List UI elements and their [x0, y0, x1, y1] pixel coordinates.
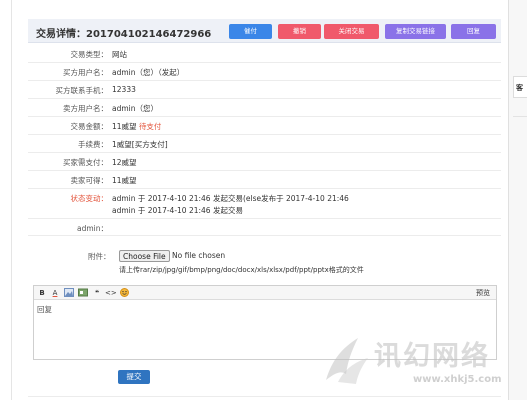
- media-icon[interactable]: [78, 288, 88, 298]
- file-status: No file chosen: [172, 251, 226, 260]
- amount-value: 11威望: [112, 122, 137, 131]
- row-fee: 手续费： 1威望[买方支付]: [28, 135, 501, 153]
- trade-type-label: 交易类型：: [70, 50, 109, 59]
- amount-label: 交易金额：: [70, 122, 109, 131]
- copy-trade-link-button[interactable]: 复制交易链接: [385, 24, 446, 39]
- row-seller-get: 卖家可得： 11威望: [28, 171, 501, 189]
- buyer-phone-label: 买方联系手机：: [55, 86, 109, 95]
- seller-label: 卖方用户名：: [63, 104, 108, 113]
- preview-button[interactable]: 预览: [476, 288, 490, 298]
- submit-button[interactable]: 提交: [118, 370, 150, 384]
- image-glyph-icon: [64, 288, 74, 297]
- fee-value: 1威望[买方支付]: [112, 140, 168, 149]
- quote-icon[interactable]: ❝: [92, 288, 102, 298]
- payment-status-badge: 待支付: [138, 122, 162, 131]
- row-status-change: 状态变动： admin 于 2017-4-10 21:46 发起交易(else发…: [28, 189, 501, 219]
- buyer-label: 买方用户名：: [63, 68, 108, 77]
- font-color-icon[interactable]: A: [50, 288, 60, 298]
- row-buyer-phone: 买方联系手机： 12333: [28, 81, 501, 99]
- revoke-button[interactable]: 撤销: [278, 24, 321, 39]
- row-trade-type: 交易类型： 网站: [28, 46, 501, 63]
- row-amount: 交易金额： 11威望 待支付: [28, 117, 501, 135]
- page-title: 交易详情：201704102146472966: [36, 29, 212, 40]
- buyer-pay-value: 12威望: [112, 158, 137, 167]
- bold-icon[interactable]: B: [37, 288, 47, 298]
- right-panel-divider: [513, 116, 527, 117]
- seller-link[interactable]: admin（您）: [112, 103, 158, 114]
- right-panel-tab-label: 客: [516, 84, 523, 92]
- bottom-divider: [28, 396, 501, 397]
- fee-label: 手续费：: [78, 140, 108, 149]
- upload-hint: 请上传rar/zip/jpg/gif/bmp/png/doc/docx/xls/…: [119, 266, 364, 274]
- seller-get-label: 卖家可得：: [70, 176, 109, 185]
- buyer-phone-value: 12333: [112, 85, 136, 94]
- reply-editor: B A ❝ <> 预览 回复: [33, 285, 497, 360]
- reply-textarea[interactable]: 回复: [37, 304, 493, 356]
- choose-file-button[interactable]: Choose File: [119, 250, 170, 262]
- amount-value-wrap: 11威望 待支付: [112, 121, 161, 132]
- status-change-line-2: admin 于 2017-4-10 21:46 发起交易: [112, 206, 243, 215]
- media-glyph-icon: [78, 288, 88, 297]
- trade-type-value: 网站: [112, 50, 127, 59]
- watermark-url: www.xhkj5.com: [413, 374, 502, 385]
- left-border: [0, 0, 12, 400]
- urge-payment-button[interactable]: 催付: [229, 24, 272, 39]
- status-change-line-1: admin 于 2017-4-10 21:46 发起交易(else发布于 201…: [112, 194, 349, 203]
- row-buyer: 买方用户名： admin（您）（发起）: [28, 63, 501, 81]
- right-side-panel: 客: [508, 0, 527, 400]
- image-icon[interactable]: [64, 288, 74, 298]
- emoji-glyph-icon: [119, 288, 129, 297]
- close-trade-button[interactable]: 关闭交易: [324, 24, 379, 39]
- right-panel-tab[interactable]: 客: [513, 76, 527, 98]
- attachment-label: 附件：: [88, 252, 111, 261]
- row-admin-reply: admin：: [28, 219, 501, 236]
- code-icon[interactable]: <>: [105, 288, 117, 298]
- emoji-icon[interactable]: [119, 288, 129, 298]
- buyer-link[interactable]: admin（您）（发起）: [112, 67, 184, 78]
- reply-button[interactable]: 回复: [451, 24, 496, 39]
- admin-reply-label: admin：: [77, 224, 108, 233]
- status-change-label: 状态变动：: [70, 194, 109, 203]
- buyer-pay-label: 买家需支付：: [63, 158, 108, 167]
- editor-toolbar: B A ❝ <> 预览: [34, 286, 496, 300]
- row-seller: 卖方用户名： admin（您）: [28, 99, 501, 117]
- seller-get-value: 11威望: [112, 176, 137, 185]
- trade-detail-header: 交易详情：201704102146472966 催付 撤销 关闭交易 复制交易链…: [28, 19, 501, 43]
- row-buyer-pay: 买家需支付： 12威望: [28, 153, 501, 171]
